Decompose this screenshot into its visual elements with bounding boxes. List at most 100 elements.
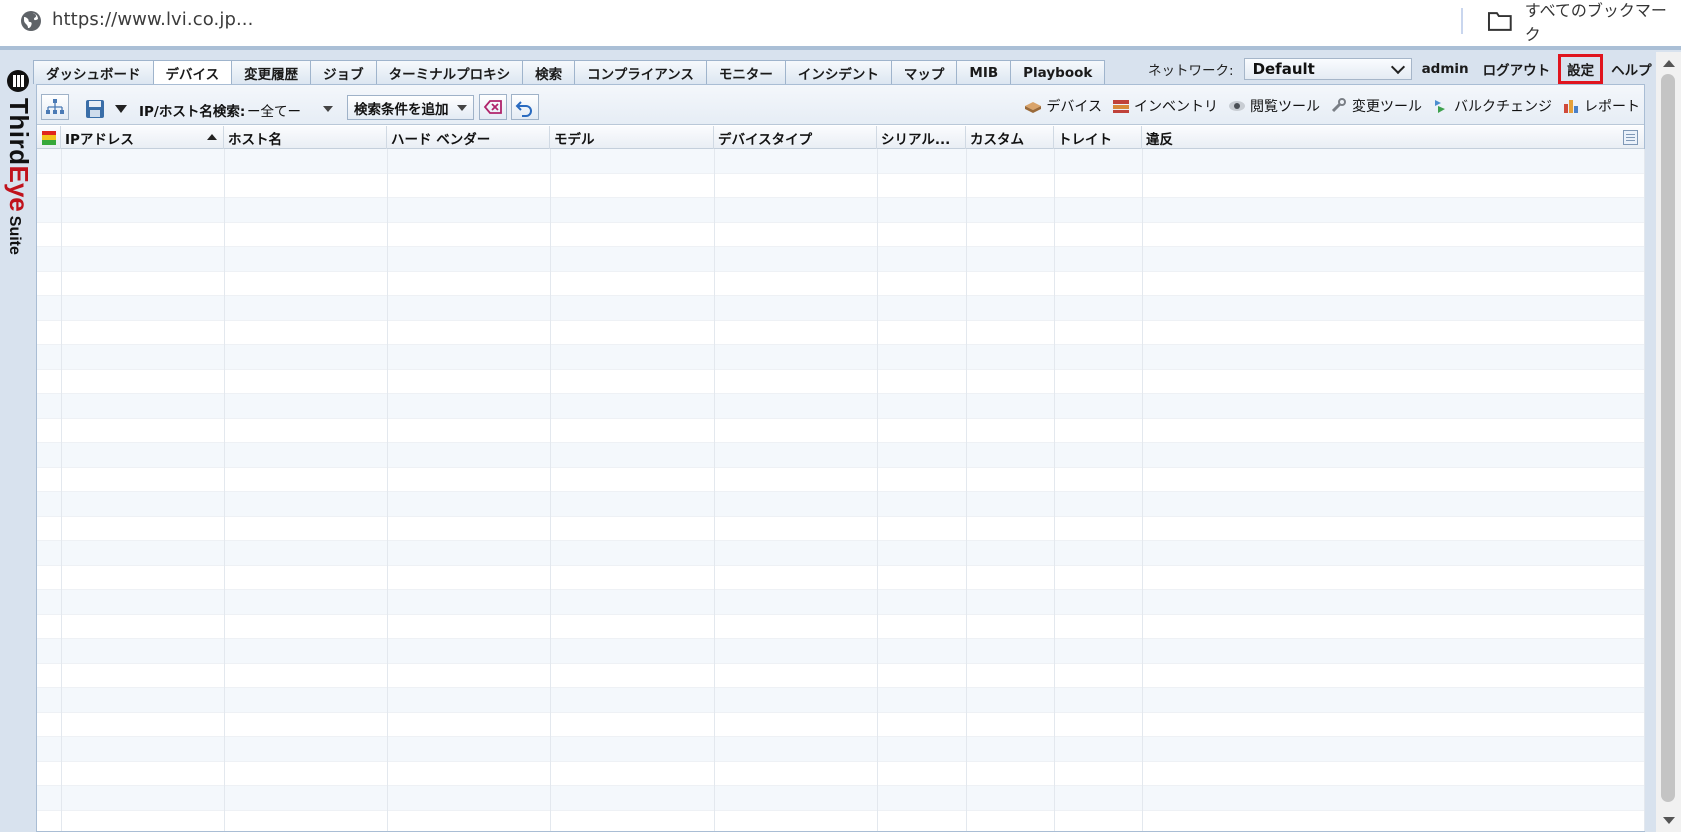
help-link[interactable]: ヘルプ — [1611, 59, 1652, 79]
device-toolbar: IP/ホスト名検索: ー全てー 検索条件を追加 デバイス インベントリ 閲覧ツー… — [37, 85, 1644, 125]
top-right-controls: ネットワーク: Default admin ログアウト 設定 ヘルプ — [1148, 54, 1652, 84]
table-row[interactable] — [37, 517, 1644, 541]
tab-terminal-proxy[interactable]: ターミナルプロキシ — [375, 60, 524, 84]
search-select-dropdown-icon[interactable] — [323, 106, 333, 112]
table-row[interactable] — [37, 198, 1644, 223]
grid-column-divider — [877, 149, 878, 831]
folder-icon — [1487, 12, 1512, 31]
page-scrollbar[interactable] — [1656, 52, 1681, 832]
tab-jobs[interactable]: ジョブ — [310, 60, 377, 84]
browser-address-bar: https://www.lvi.co.jp... すべてのブックマーク — [0, 0, 1681, 44]
table-row[interactable] — [37, 762, 1644, 786]
column-hostname-label: ホスト名 — [228, 131, 282, 148]
table-row[interactable] — [37, 223, 1644, 247]
device-tool-button[interactable]: デバイス — [1024, 96, 1102, 116]
brand-eye: Eye — [4, 165, 34, 212]
network-select[interactable]: Default — [1243, 58, 1412, 80]
table-row[interactable] — [37, 174, 1644, 198]
settings-highlight-box: 設定 — [1558, 54, 1604, 84]
tab-devices[interactable]: デバイス — [152, 60, 233, 85]
undo-button[interactable] — [511, 94, 539, 120]
all-bookmarks-button[interactable]: すべてのブックマーク — [1487, 1, 1681, 44]
table-row[interactable] — [37, 590, 1644, 615]
table-row[interactable] — [37, 321, 1644, 345]
tab-monitor[interactable]: モニター — [705, 60, 786, 84]
settings-link[interactable]: 設定 — [1567, 59, 1594, 79]
topology-button[interactable] — [41, 94, 69, 120]
scroll-up-icon[interactable] — [1663, 60, 1675, 67]
tab-compliance[interactable]: コンプライアンス — [574, 60, 707, 84]
table-row[interactable] — [37, 296, 1644, 321]
table-row[interactable] — [37, 713, 1644, 737]
save-icon[interactable] — [85, 99, 105, 119]
bulk-change-button[interactable]: バルクチェンジ — [1432, 96, 1552, 116]
brand-third: Third — [4, 98, 34, 166]
table-row[interactable] — [37, 419, 1644, 443]
table-row[interactable] — [37, 786, 1644, 811]
device-grid-body — [37, 149, 1644, 831]
table-row[interactable] — [37, 615, 1644, 639]
table-row[interactable] — [37, 688, 1644, 713]
table-row[interactable] — [37, 149, 1644, 174]
device-icon — [1025, 102, 1042, 113]
right-toolbar: デバイス インベントリ 閲覧ツール 変更ツール バルクチェンジ レポート — [1024, 96, 1640, 116]
table-row[interactable] — [37, 370, 1644, 394]
column-ip-address-label: IPアドレス — [65, 131, 134, 148]
column-trait[interactable]: トレイト — [1054, 126, 1142, 149]
grid-column-divider — [714, 149, 715, 831]
tab-map[interactable]: マップ — [890, 60, 958, 84]
user-name: admin — [1421, 61, 1469, 77]
table-row[interactable] — [37, 492, 1644, 517]
table-row[interactable] — [37, 443, 1644, 468]
table-row[interactable] — [37, 394, 1644, 419]
report-button[interactable]: レポート — [1562, 96, 1640, 116]
view-tool-label: 閲覧ツール — [1250, 99, 1320, 115]
status-column-header[interactable] — [37, 126, 61, 149]
add-search-condition-button[interactable]: 検索条件を追加 — [347, 95, 474, 120]
column-model[interactable]: モデル — [550, 126, 714, 149]
column-chooser-icon[interactable] — [1623, 130, 1638, 145]
column-serial[interactable]: シリアル... — [877, 126, 966, 149]
device-panel: IP/ホスト名検索: ー全てー 検索条件を追加 デバイス インベントリ 閲覧ツー… — [36, 84, 1645, 832]
scroll-thumb[interactable] — [1661, 74, 1675, 802]
caret-down-icon — [456, 104, 467, 111]
table-row[interactable] — [37, 566, 1644, 590]
logout-link[interactable]: ログアウト — [1483, 59, 1551, 79]
app-top-border — [0, 46, 1681, 50]
tab-dashboard[interactable]: ダッシュボード — [33, 60, 154, 84]
table-row[interactable] — [37, 272, 1644, 296]
save-menu-dropdown-icon[interactable] — [115, 105, 127, 113]
table-row[interactable] — [37, 468, 1644, 492]
column-hardware-vendor[interactable]: ハード ベンダー — [387, 126, 550, 149]
network-select-value: Default — [1252, 60, 1315, 78]
column-custom[interactable]: カスタム — [966, 126, 1054, 149]
change-tool-button[interactable]: 変更ツール — [1330, 96, 1422, 116]
view-tool-button[interactable]: 閲覧ツール — [1228, 96, 1320, 116]
inventory-tool-button[interactable]: インベントリ — [1112, 96, 1218, 116]
column-device-type[interactable]: デバイスタイプ — [714, 126, 877, 149]
ip-host-search-select[interactable]: ー全てー — [247, 100, 301, 120]
table-row[interactable] — [37, 541, 1644, 566]
table-row[interactable] — [37, 247, 1644, 272]
clear-search-button[interactable] — [479, 94, 507, 120]
table-row[interactable] — [37, 345, 1644, 370]
table-row[interactable] — [37, 639, 1644, 664]
scroll-down-icon[interactable] — [1663, 817, 1675, 824]
tab-mib[interactable]: MIB — [956, 60, 1012, 84]
tab-incident[interactable]: インシデント — [784, 60, 892, 84]
bulk-change-icon — [1435, 100, 1445, 113]
wrench-icon — [1331, 98, 1346, 113]
column-device-type-label: デバイスタイプ — [718, 131, 813, 148]
column-ip-address[interactable]: IPアドレス — [61, 126, 224, 149]
url-text[interactable]: https://www.lvi.co.jp... — [52, 9, 253, 30]
column-violation[interactable]: 違反 — [1142, 126, 1644, 149]
column-hostname[interactable]: ホスト名 — [224, 126, 387, 149]
table-row[interactable] — [37, 737, 1644, 762]
tab-search[interactable]: 検索 — [522, 60, 576, 84]
tab-change-history[interactable]: 変更履歴 — [231, 60, 312, 84]
table-row[interactable] — [37, 664, 1644, 688]
column-serial-label: シリアル... — [881, 131, 951, 148]
table-row[interactable] — [37, 811, 1644, 832]
grid-column-divider — [387, 149, 388, 831]
tab-playbook[interactable]: Playbook — [1010, 60, 1106, 84]
